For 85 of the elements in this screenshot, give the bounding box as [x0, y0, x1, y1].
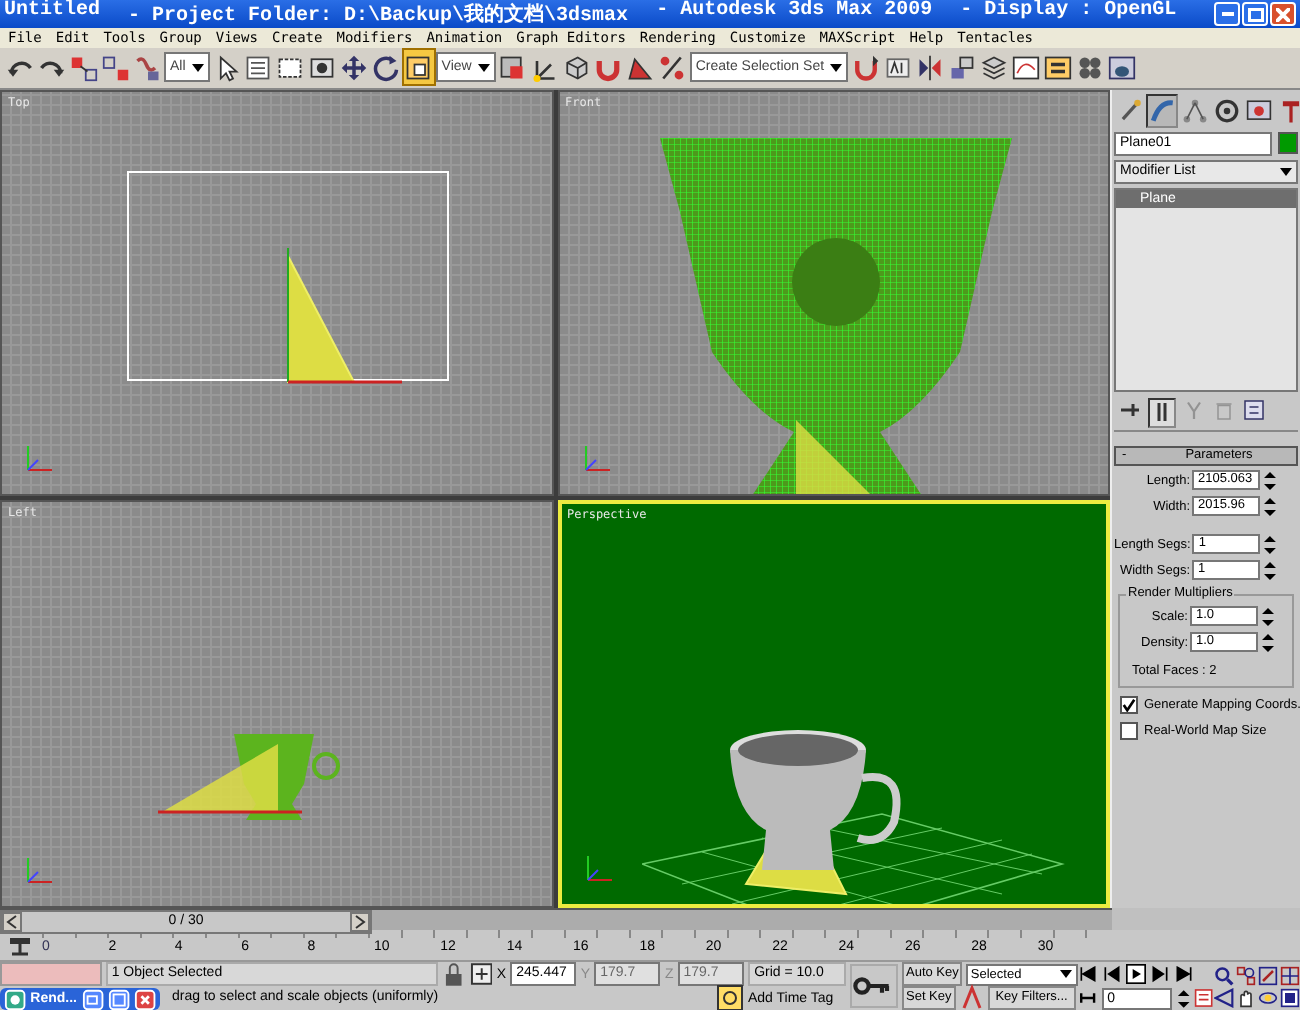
restore-icon[interactable]: [81, 987, 104, 1010]
close-button[interactable]: [1270, 2, 1296, 26]
orbit-icon[interactable]: [1258, 987, 1278, 1007]
close-icon: [1276, 7, 1290, 21]
key-icon: [852, 972, 892, 1000]
fork-icon: [1182, 398, 1206, 423]
time-config-icon[interactable]: [1194, 988, 1214, 1008]
stack-button[interactable]: [1242, 397, 1266, 424]
absolute-mode-icon[interactable]: [469, 962, 493, 986]
minimize-button[interactable]: [1214, 2, 1240, 26]
close-icon[interactable]: [133, 987, 156, 1010]
pivot-icon: [498, 53, 527, 82]
window-title: Untitled: [4, 0, 101, 26]
schematic-icon: [1043, 53, 1072, 82]
maximize-icon: [1247, 7, 1263, 21]
hierarchy-icon: [1182, 97, 1208, 124]
field-of-view-icon[interactable]: [1214, 987, 1234, 1007]
toolbar-button[interactable]: [403, 50, 434, 85]
caret-icon: [475, 59, 492, 76]
monitor-icon: [1246, 97, 1272, 124]
unlink-icon: [101, 53, 129, 82]
next-frame-button[interactable]: [350, 912, 370, 933]
move-icon: [340, 53, 369, 82]
set-key-button[interactable]: [850, 964, 898, 1008]
percent-icon: [658, 53, 687, 82]
rotate-icon: [372, 53, 401, 82]
panel-tab[interactable]: [1146, 93, 1178, 128]
toolbar-button[interactable]: [850, 50, 881, 85]
window-title: - Autodesk 3ds Max 2009: [656, 0, 933, 26]
caret-icon: [1278, 163, 1294, 180]
go-to-end-icon[interactable]: [1174, 964, 1194, 984]
previous-frame-button[interactable]: [2, 912, 22, 933]
scale-icon: [404, 53, 433, 82]
curve-editor-icon: [1011, 53, 1040, 82]
toolbar-button[interactable]: [339, 50, 370, 85]
play-icon[interactable]: [1126, 964, 1146, 984]
minimize-icon: [1221, 12, 1233, 16]
link-icon: [69, 53, 97, 82]
zoom-extents-all-icon[interactable]: [1280, 965, 1300, 985]
maximize-icon[interactable]: [107, 987, 130, 1010]
angle-snap-icon: [626, 53, 655, 82]
circle-icon: [1214, 97, 1240, 124]
caret-icon: [189, 59, 206, 76]
zoom-icon[interactable]: [1214, 965, 1234, 985]
window-title: - Project Folder: D:\Backup\我的文档\3dsmax: [128, 1, 629, 28]
caret-icon: [828, 59, 845, 76]
layers-icon: [979, 53, 1008, 82]
dashed-rectangle-icon: [276, 53, 305, 82]
checkbox[interactable]: [1120, 695, 1138, 714]
mirror-icon: [915, 53, 944, 82]
cube-icon: [562, 53, 591, 82]
toolbar-button[interactable]: [914, 50, 945, 85]
teapot-window-icon: [1107, 53, 1136, 82]
time-tag-icon[interactable]: [716, 984, 744, 1010]
caret-icon: [1058, 966, 1074, 982]
script-listener-field[interactable]: [0, 962, 102, 986]
checkbox[interactable]: [1120, 721, 1138, 740]
spheres-icon: [1075, 53, 1104, 82]
window-title: - Display : OpenGL: [960, 0, 1177, 26]
config-icon: [1242, 398, 1266, 423]
key-filter-icon[interactable]: [959, 984, 984, 1010]
align-icon: [947, 53, 976, 82]
pan-icon[interactable]: [1236, 987, 1256, 1007]
bin-icon: [1212, 398, 1236, 423]
go-to-start-icon[interactable]: [1078, 964, 1098, 984]
maximize-button[interactable]: [1242, 2, 1268, 26]
wand-icon: [1118, 97, 1144, 124]
zoom-all-icon[interactable]: [1236, 965, 1256, 985]
bind-icon: [133, 53, 161, 82]
key-mode-icon[interactable]: [1078, 988, 1098, 1008]
lock-icon[interactable]: [441, 962, 466, 986]
hammer-icon: [1278, 97, 1300, 124]
list-icon: [244, 53, 273, 82]
curve-icon: [1150, 97, 1176, 124]
render-window-icon: [4, 987, 27, 1010]
zoom-extents-icon[interactable]: [1258, 965, 1278, 985]
spinner-snap-icon: [851, 53, 880, 82]
abc-icon: [883, 53, 912, 82]
curve-toggle-button[interactable]: [6, 933, 34, 957]
previous-frame-icon[interactable]: [1102, 964, 1122, 984]
check-icon: [1122, 697, 1136, 712]
maximize-viewport-icon[interactable]: [1280, 987, 1300, 1007]
stack-button[interactable]: [1148, 397, 1176, 428]
next-frame-icon[interactable]: [1150, 964, 1170, 984]
color-swatch[interactable]: [1278, 132, 1298, 155]
